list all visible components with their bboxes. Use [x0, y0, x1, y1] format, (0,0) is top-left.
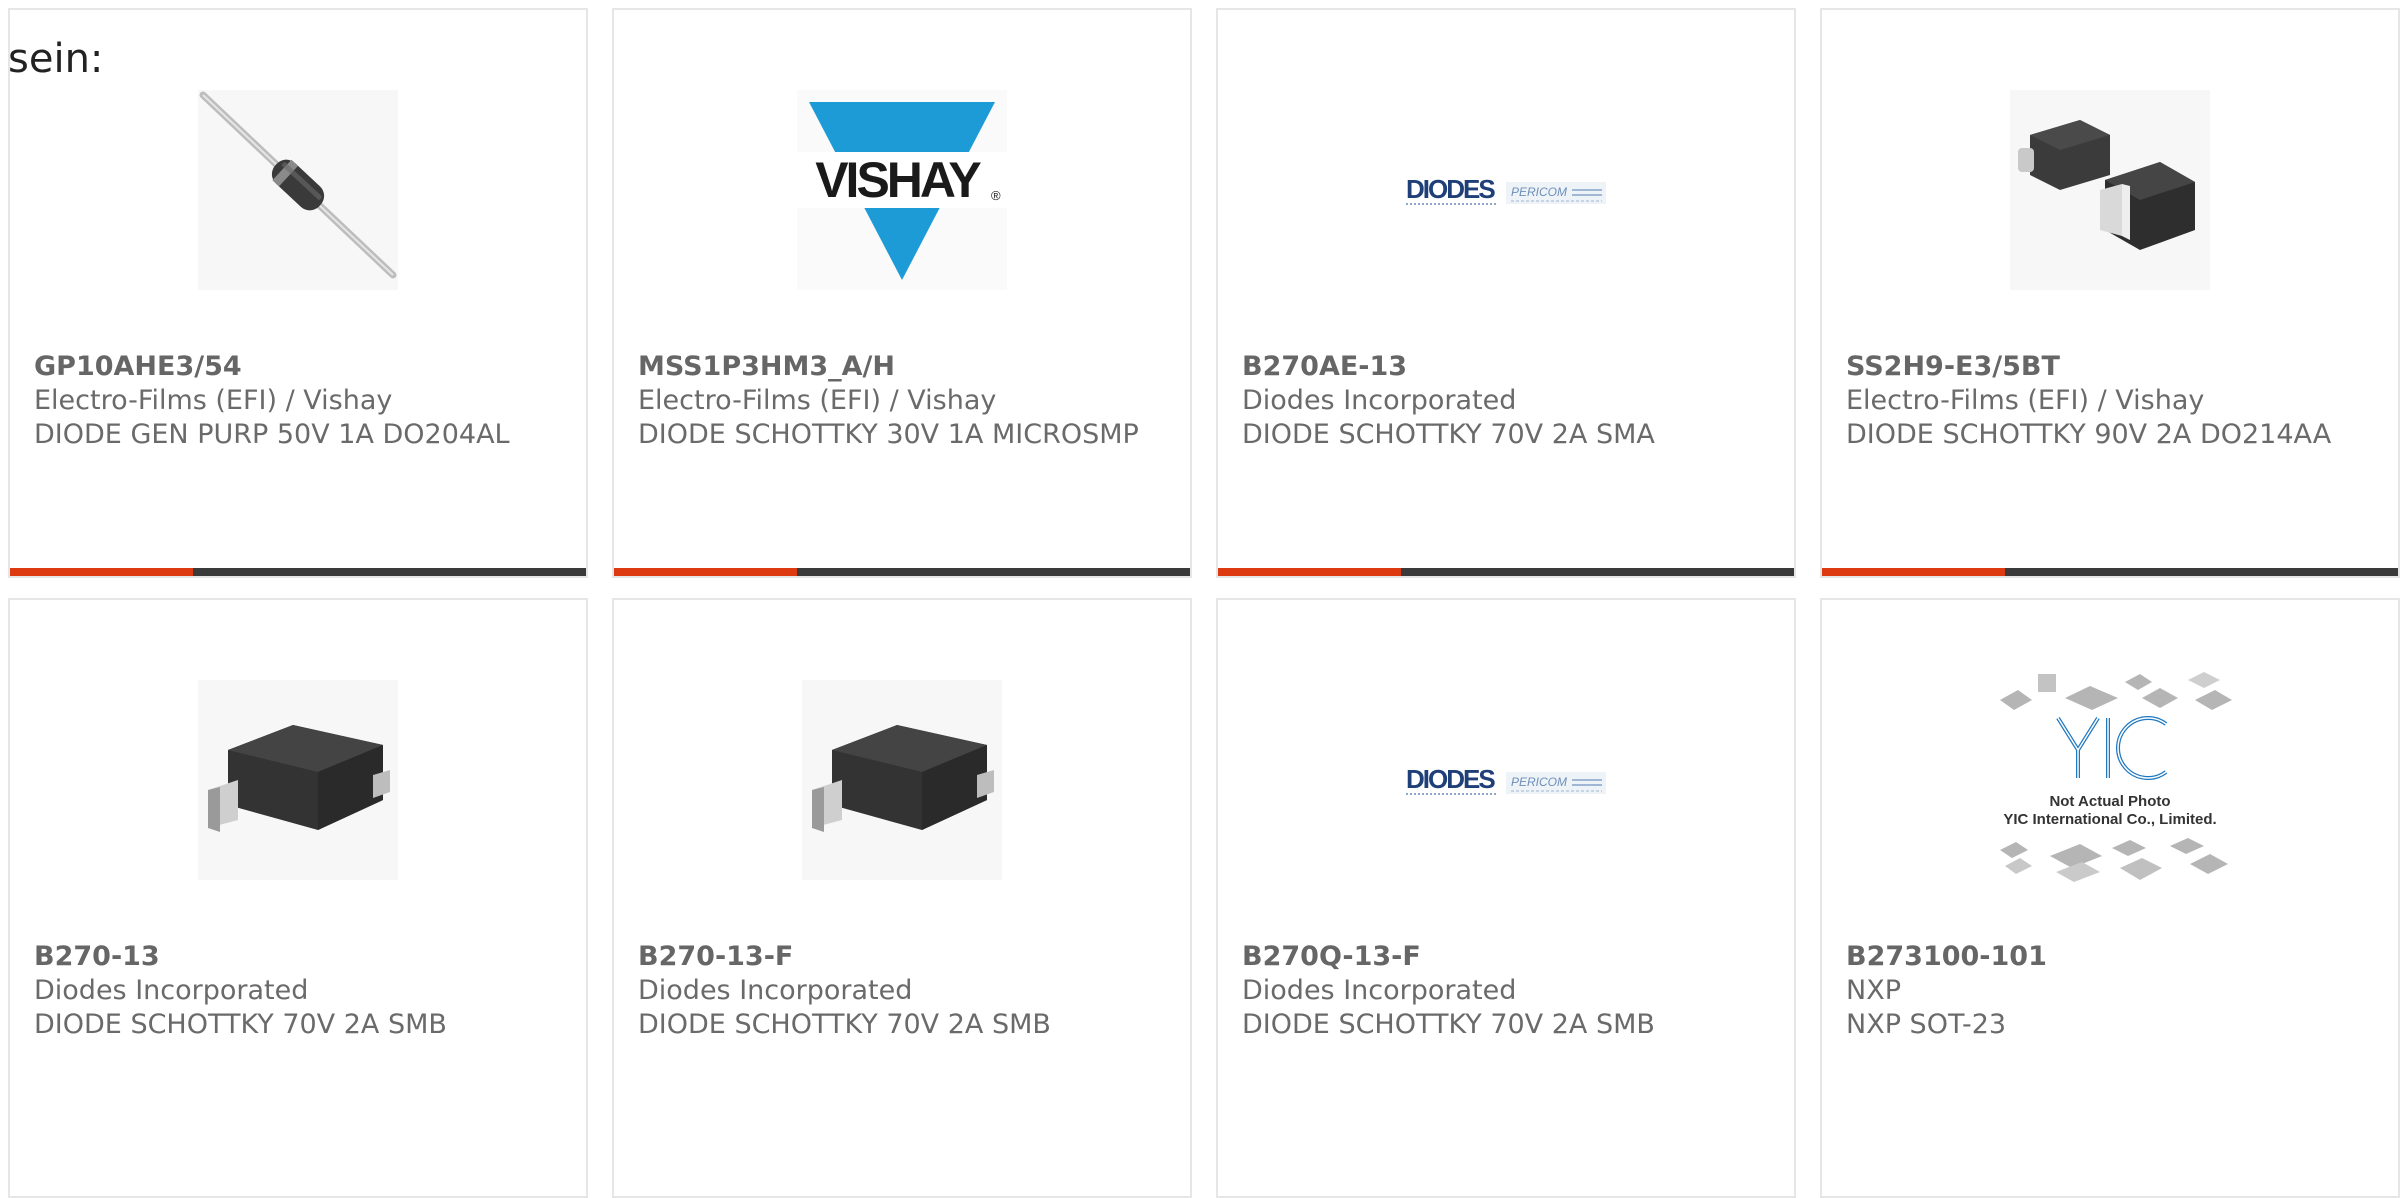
product-image[interactable]: Not Actual Photo YIC International Co., … — [1822, 660, 2398, 900]
description: DIODE SCHOTTKY 70V 2A SMB — [1242, 1009, 1655, 1040]
description: DIODE SCHOTTKY 70V 2A SMB — [34, 1009, 447, 1040]
part-number[interactable]: B270-13 — [34, 940, 574, 974]
card-accent-bar — [614, 568, 1190, 576]
part-number[interactable]: MSS1P3HM3_A/H — [638, 350, 1178, 384]
product-card[interactable]: B270-13 Diodes Incorporated DIODE SCHOTT… — [8, 598, 588, 1198]
product-card[interactable]: DIODES PERICOM B270Q-13-F Diodes Incorpo… — [1216, 598, 1796, 1198]
svg-text:VISHAY: VISHAY — [815, 152, 981, 208]
product-card[interactable]: B270-13-F Diodes Incorporated DIODE SCHO… — [612, 598, 1192, 1198]
manufacturer: Diodes Incorporated — [1242, 385, 1517, 416]
svg-text:PERICOM: PERICOM — [1511, 185, 1567, 199]
part-number[interactable]: SS2H9-E3/5BT — [1846, 350, 2386, 384]
part-number[interactable]: B273100-101 — [1846, 940, 2386, 974]
product-card[interactable]: SS2H9-E3/5BT Electro-Films (EFI) / Visha… — [1820, 8, 2400, 578]
manufacturer: Diodes Incorporated — [1242, 975, 1517, 1006]
svg-text:®: ® — [991, 188, 1001, 203]
card-accent-bar — [1218, 568, 1794, 576]
manufacturer: NXP — [1846, 975, 1901, 1006]
product-image[interactable]: DIODES PERICOM — [1218, 670, 1794, 890]
product-image[interactable] — [614, 670, 1190, 890]
part-number[interactable]: B270-13-F — [638, 940, 1178, 974]
manufacturer: Diodes Incorporated — [638, 975, 913, 1006]
axial-diode-icon — [198, 90, 398, 290]
product-card[interactable]: DIODES PERICOM B270AE-13 Diodes Incorpor… — [1216, 8, 1796, 578]
svg-text:PERICOM: PERICOM — [1511, 775, 1567, 789]
intro-text: sein: — [8, 36, 104, 82]
product-image[interactable] — [1822, 80, 2398, 300]
product-card[interactable]: Not Actual Photo YIC International Co., … — [1820, 598, 2400, 1198]
smd-diode-pair-icon — [2010, 90, 2210, 290]
svg-text:DIODES: DIODES — [1406, 174, 1495, 204]
description: DIODE SCHOTTKY 90V 2A DO214AA — [1846, 419, 2332, 450]
manufacturer: Electro-Films (EFI) / Vishay — [1846, 385, 2205, 416]
card-accent-bar — [1822, 568, 2398, 576]
product-card[interactable]: VISHAY ® MSS1P3HM3_A/H Electro-Films (EF… — [612, 8, 1192, 578]
part-number[interactable]: B270Q-13-F — [1242, 940, 1782, 974]
svg-text:DIODES: DIODES — [1406, 764, 1495, 794]
diodes-pericom-logo: DIODES PERICOM — [1406, 764, 1606, 795]
description: NXP SOT-23 — [1846, 1009, 2007, 1040]
product-image[interactable]: VISHAY ® — [614, 80, 1190, 300]
svg-text:Not Actual Photo: Not Actual Photo — [2049, 793, 2170, 810]
part-number[interactable]: B270AE-13 — [1242, 350, 1782, 384]
vishay-logo: VISHAY ® — [797, 90, 1007, 290]
svg-text:YIC International Co., Limited: YIC International Co., Limited. — [2003, 811, 2216, 828]
smb-package-icon — [198, 680, 398, 880]
product-image[interactable] — [10, 670, 586, 890]
diodes-pericom-logo: DIODES PERICOM — [1406, 174, 1606, 205]
manufacturer: Diodes Incorporated — [34, 975, 309, 1006]
product-image[interactable]: DIODES PERICOM — [1218, 80, 1794, 300]
description: DIODE SCHOTTKY 70V 2A SMB — [638, 1009, 1051, 1040]
description: DIODE SCHOTTKY 30V 1A MICROSMP — [638, 419, 1139, 450]
smb-package-icon — [802, 680, 1002, 880]
yic-placeholder-image: Not Actual Photo YIC International Co., … — [1970, 660, 2250, 900]
manufacturer: Electro-Films (EFI) / Vishay — [638, 385, 997, 416]
description: DIODE SCHOTTKY 70V 2A SMA — [1242, 419, 1655, 450]
description: DIODE GEN PURP 50V 1A DO204AL — [34, 419, 510, 450]
manufacturer: Electro-Films (EFI) / Vishay — [34, 385, 393, 416]
product-card[interactable]: GP10AHE3/54 Electro-Films (EFI) / Vishay… — [8, 8, 588, 578]
part-number[interactable]: GP10AHE3/54 — [34, 350, 574, 384]
card-accent-bar — [10, 568, 586, 576]
product-image[interactable] — [10, 80, 586, 300]
